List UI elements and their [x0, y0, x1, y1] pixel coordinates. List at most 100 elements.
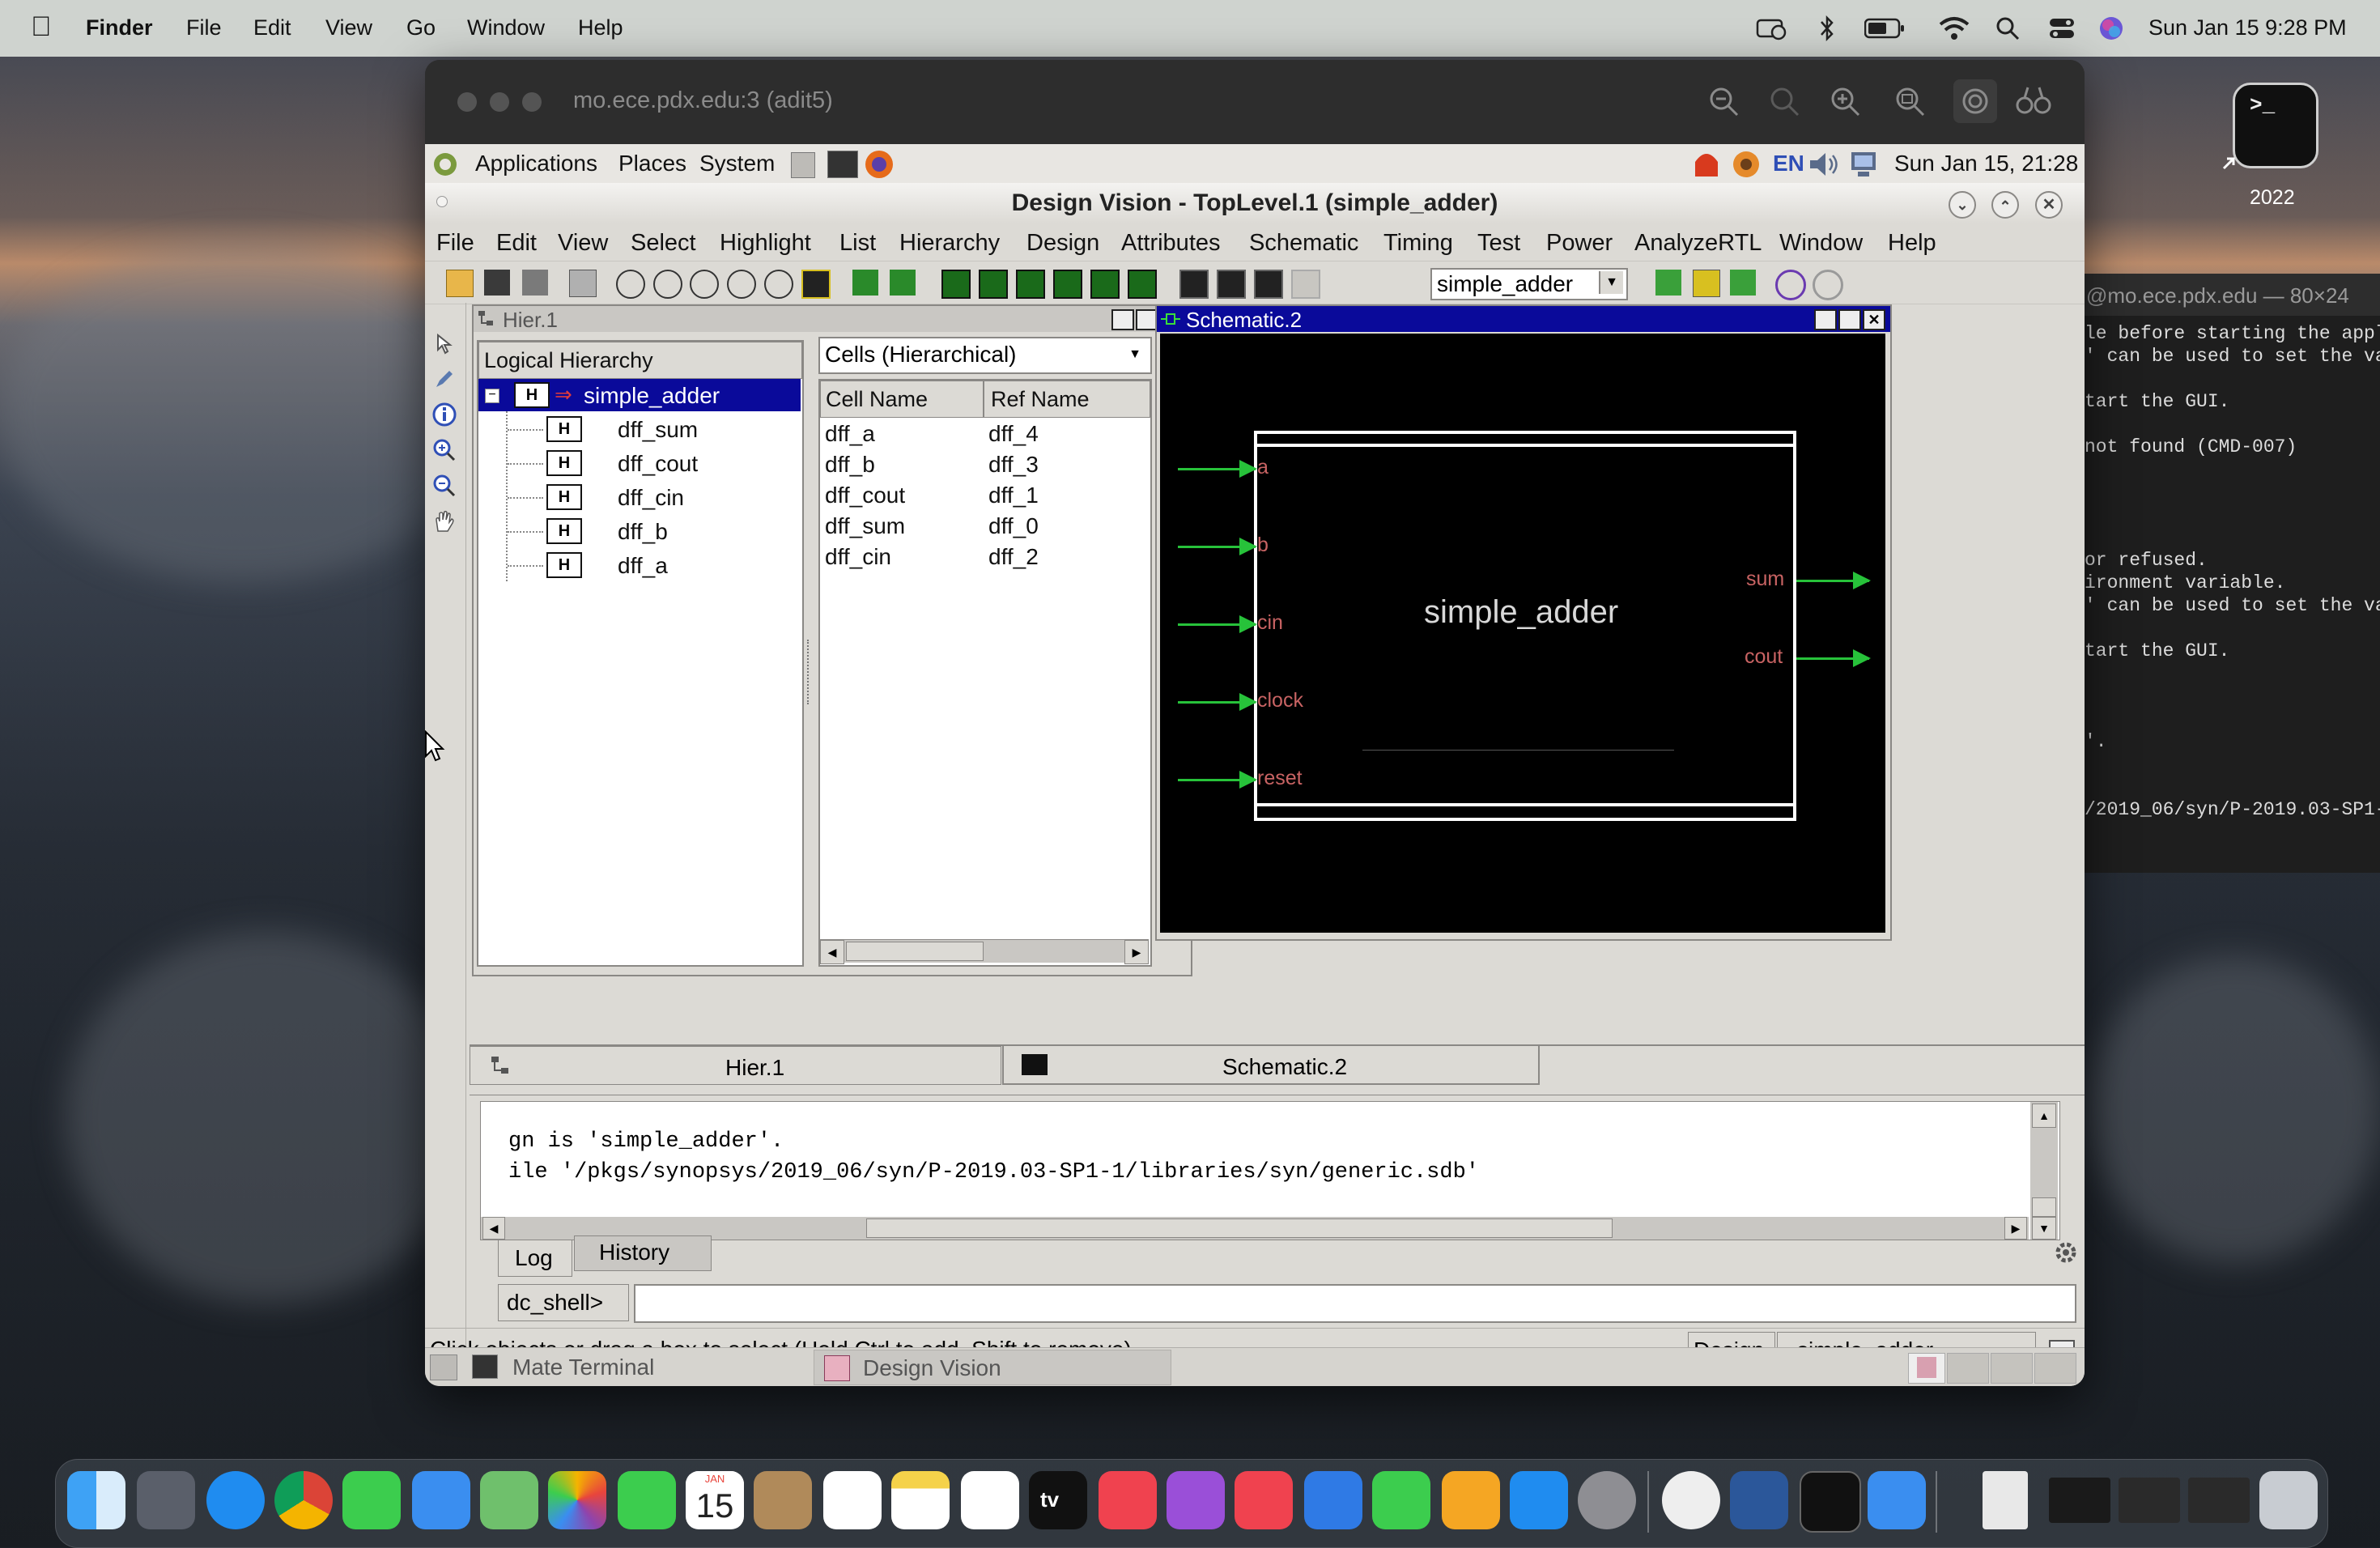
wifi-icon[interactable]	[1938, 16, 1970, 40]
minimize-window-button[interactable]	[490, 92, 509, 112]
dv-menu-help[interactable]: Help	[1888, 230, 1936, 257]
cells-dropdown[interactable]: Cells (Hierarchical) ▼	[818, 337, 1152, 374]
histogram-icon[interactable]	[1254, 270, 1283, 299]
panel-volume-icon[interactable]	[1808, 149, 1840, 180]
dv-maximize-button[interactable]: ⌃	[1991, 191, 2019, 219]
scroll-left-icon[interactable]: ◀	[820, 940, 844, 964]
pencil-icon[interactable]	[433, 368, 456, 390]
maps-icon[interactable]	[480, 1471, 538, 1529]
timing-path-icon[interactable]	[1217, 270, 1246, 299]
dv-close-button[interactable]: ✕	[2035, 191, 2063, 219]
log-h-scroll-thumb[interactable]	[866, 1218, 1613, 1238]
workspace-switcher-2[interactable]	[1947, 1353, 1989, 1384]
apple-tv-icon[interactable]: tv	[1029, 1471, 1087, 1529]
select-arrow-icon[interactable]	[433, 332, 456, 355]
menu-file[interactable]: File	[186, 15, 222, 40]
taskbar-design-vision[interactable]: Design Vision	[814, 1350, 1171, 1385]
tab-schematic[interactable]: Schematic.2	[1002, 1046, 1540, 1085]
panel-keyboard-layout[interactable]: EN	[1773, 151, 1804, 176]
schematic-minimize-button[interactable]	[1814, 309, 1837, 330]
menu-help[interactable]: Help	[578, 15, 623, 40]
dv-menu-select[interactable]: Select	[631, 230, 696, 257]
keynote-icon[interactable]	[1304, 1471, 1362, 1529]
podcasts-icon[interactable]	[1167, 1471, 1225, 1529]
cells-h-scroll-thumb[interactable]	[846, 942, 984, 961]
zoom-out-side-icon[interactable]	[431, 473, 457, 499]
splitter[interactable]	[805, 340, 812, 963]
properties-icon[interactable]	[569, 270, 597, 297]
scroll-right-icon[interactable]: ▶	[1124, 940, 1149, 964]
save-icon[interactable]	[484, 270, 510, 296]
panel-places[interactable]: Places	[618, 151, 686, 176]
tree-row[interactable]: Hdff_b	[478, 515, 801, 547]
show-desktop-icon[interactable]	[430, 1354, 457, 1380]
tree-row[interactable]: Hdff_cout	[478, 447, 801, 479]
table-row[interactable]: dff_cin dff_2	[820, 542, 1149, 573]
output-pin-arrow[interactable]	[1796, 572, 1871, 589]
hier-minimize-button[interactable]	[1111, 309, 1134, 330]
spotlight-search-icon[interactable]	[1995, 16, 2020, 40]
menu-edit[interactable]: Edit	[253, 15, 291, 40]
scroll-right-icon[interactable]: ▶	[2004, 1217, 2027, 1240]
zoom-in-tool-icon[interactable]	[690, 270, 719, 299]
gear-icon[interactable]	[2052, 1239, 2080, 1266]
tree-row-root[interactable]: − H ⇒ simple_adder	[478, 379, 801, 411]
app-name[interactable]: Finder	[86, 15, 153, 40]
messages-icon[interactable]	[342, 1471, 401, 1529]
schematic-icon-3[interactable]	[1016, 270, 1045, 299]
minimized-window-2[interactable]	[2119, 1478, 2180, 1523]
freeform-icon[interactable]	[961, 1471, 1019, 1529]
panel-terminal-icon[interactable]	[827, 151, 858, 178]
schematic-close-button[interactable]: ✕	[1863, 309, 1885, 330]
workspace-switcher-3[interactable]	[1991, 1353, 2033, 1384]
facetime-icon[interactable]	[618, 1471, 676, 1529]
path-schematic-icon[interactable]	[1179, 270, 1209, 299]
menu-go[interactable]: Go	[406, 15, 436, 40]
panel-firefox-icon[interactable]	[864, 149, 895, 180]
schematic-window[interactable]: Schematic.2 ✕ simple_adder a b cin clock res…	[1155, 304, 1892, 941]
zoom-out-icon[interactable]	[1708, 86, 1740, 118]
dv-menu-timing[interactable]: Timing	[1383, 230, 1453, 257]
collapse-icon[interactable]: −	[485, 389, 499, 403]
remote-desktop-window[interactable]: mo.ece.pdx.edu:3 (adit5) Applications Pl…	[425, 60, 2085, 1386]
remote-control-button[interactable]	[1953, 79, 1997, 123]
word-icon[interactable]	[1730, 1471, 1788, 1529]
panel-applications[interactable]: Applications	[475, 151, 597, 176]
info-icon[interactable]	[431, 402, 457, 427]
terminal-window-behind[interactable]: @mo.ece.pdx.edu — 80×24 le before starti…	[2085, 274, 2380, 873]
schematic-icon-5[interactable]	[1090, 270, 1120, 299]
workspace-switcher-1[interactable]	[1908, 1353, 1945, 1384]
shell-command-input[interactable]	[634, 1284, 2076, 1323]
music-icon[interactable]	[1099, 1471, 1157, 1529]
dv-menu-window[interactable]: Window	[1779, 230, 1863, 257]
panel-network-icon[interactable]	[1848, 149, 1881, 180]
terminal-dock-icon[interactable]	[1800, 1471, 1861, 1533]
input-pin-arrow[interactable]	[1178, 460, 1257, 478]
table-row[interactable]: dff_b dff_3	[820, 450, 1149, 481]
table-row[interactable]: dff_sum dff_0	[820, 512, 1149, 542]
schematic-canvas[interactable]: simple_adder a b cin clock reset sum cout	[1160, 334, 1885, 933]
system-settings-icon[interactable]	[1578, 1471, 1636, 1529]
news-icon[interactable]	[1235, 1471, 1293, 1529]
reminders-icon[interactable]	[823, 1471, 882, 1529]
cells-table[interactable]: Cell Name Ref Name dff_a dff_4 dff_b dff_3 d…	[818, 379, 1152, 967]
gnome-foot-icon[interactable]	[431, 151, 459, 178]
tab-hier[interactable]: Hier.1	[470, 1046, 1001, 1085]
dv-menu-power[interactable]: Power	[1546, 230, 1613, 257]
scroll-down-icon[interactable]: ▼	[2032, 1217, 2056, 1240]
binoculars-icon[interactable]	[2016, 84, 2051, 117]
push-down-icon[interactable]	[852, 270, 878, 296]
schematic-maximize-button[interactable]	[1838, 309, 1861, 330]
dv-menu-analyzertl[interactable]: AnalyzeRTL	[1634, 230, 1762, 257]
input-pin-arrow[interactable]	[1178, 693, 1257, 711]
print-icon[interactable]	[522, 270, 548, 296]
screen-sharing-icon[interactable]	[1868, 1471, 1926, 1529]
battery-icon[interactable]	[1864, 18, 1906, 39]
minimized-window-1[interactable]	[2049, 1478, 2110, 1523]
input-pin-arrow[interactable]	[1178, 771, 1257, 789]
contacts-icon[interactable]	[754, 1471, 812, 1529]
dv-menu-schematic[interactable]: Schematic	[1249, 230, 1358, 257]
logical-hierarchy-panel[interactable]: Logical Hierarchy − H ⇒ simple_adder Hdf…	[477, 340, 804, 967]
zoom-icon[interactable]	[653, 270, 682, 299]
input-pin-arrow[interactable]	[1178, 538, 1257, 555]
